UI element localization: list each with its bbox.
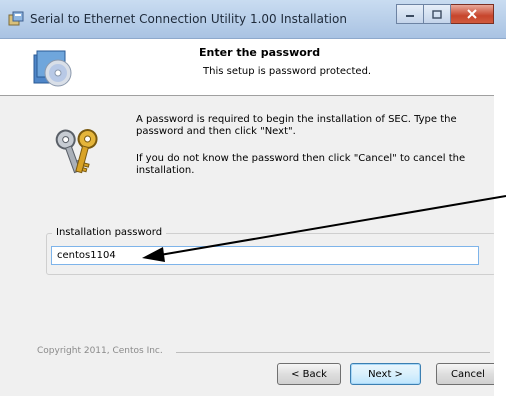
maximize-button[interactable] [424,4,451,24]
cd-installer-icon [30,45,74,89]
minimize-button[interactable] [396,4,424,24]
footer-divider [176,352,490,353]
close-icon [467,9,477,19]
back-button[interactable]: < Back [277,363,341,385]
password-input[interactable] [51,246,479,265]
password-required-message: A password is required to begin the inst… [136,114,457,137]
close-button[interactable] [451,4,494,24]
window-right-edge [494,39,506,396]
password-group-label: Installation password [52,227,167,238]
keys-icon [50,122,106,178]
header-title: Enter the password [199,46,321,59]
title-bar[interactable]: Serial to Ethernet Connection Utility 1.… [0,0,506,39]
maximize-icon [432,9,442,19]
window-title: Serial to Ethernet Connection Utility 1.… [30,12,347,26]
installer-icon [8,11,24,27]
installer-window: Serial to Ethernet Connection Utility 1.… [0,0,506,396]
cancel-button[interactable]: Cancel [436,363,500,385]
header-subtitle: This setup is password protected. [203,66,372,77]
window-controls [396,4,494,24]
minimize-icon [406,15,414,17]
copyright-text: Copyright 2011, Centos Inc. [37,346,163,356]
cancel-hint-message: If you do not know the password then cli… [136,153,466,176]
dialog-body: A password is required to begin the inst… [0,96,506,396]
dialog-header: Enter the password This setup is passwor… [0,39,506,96]
next-button[interactable]: Next > [350,363,421,385]
